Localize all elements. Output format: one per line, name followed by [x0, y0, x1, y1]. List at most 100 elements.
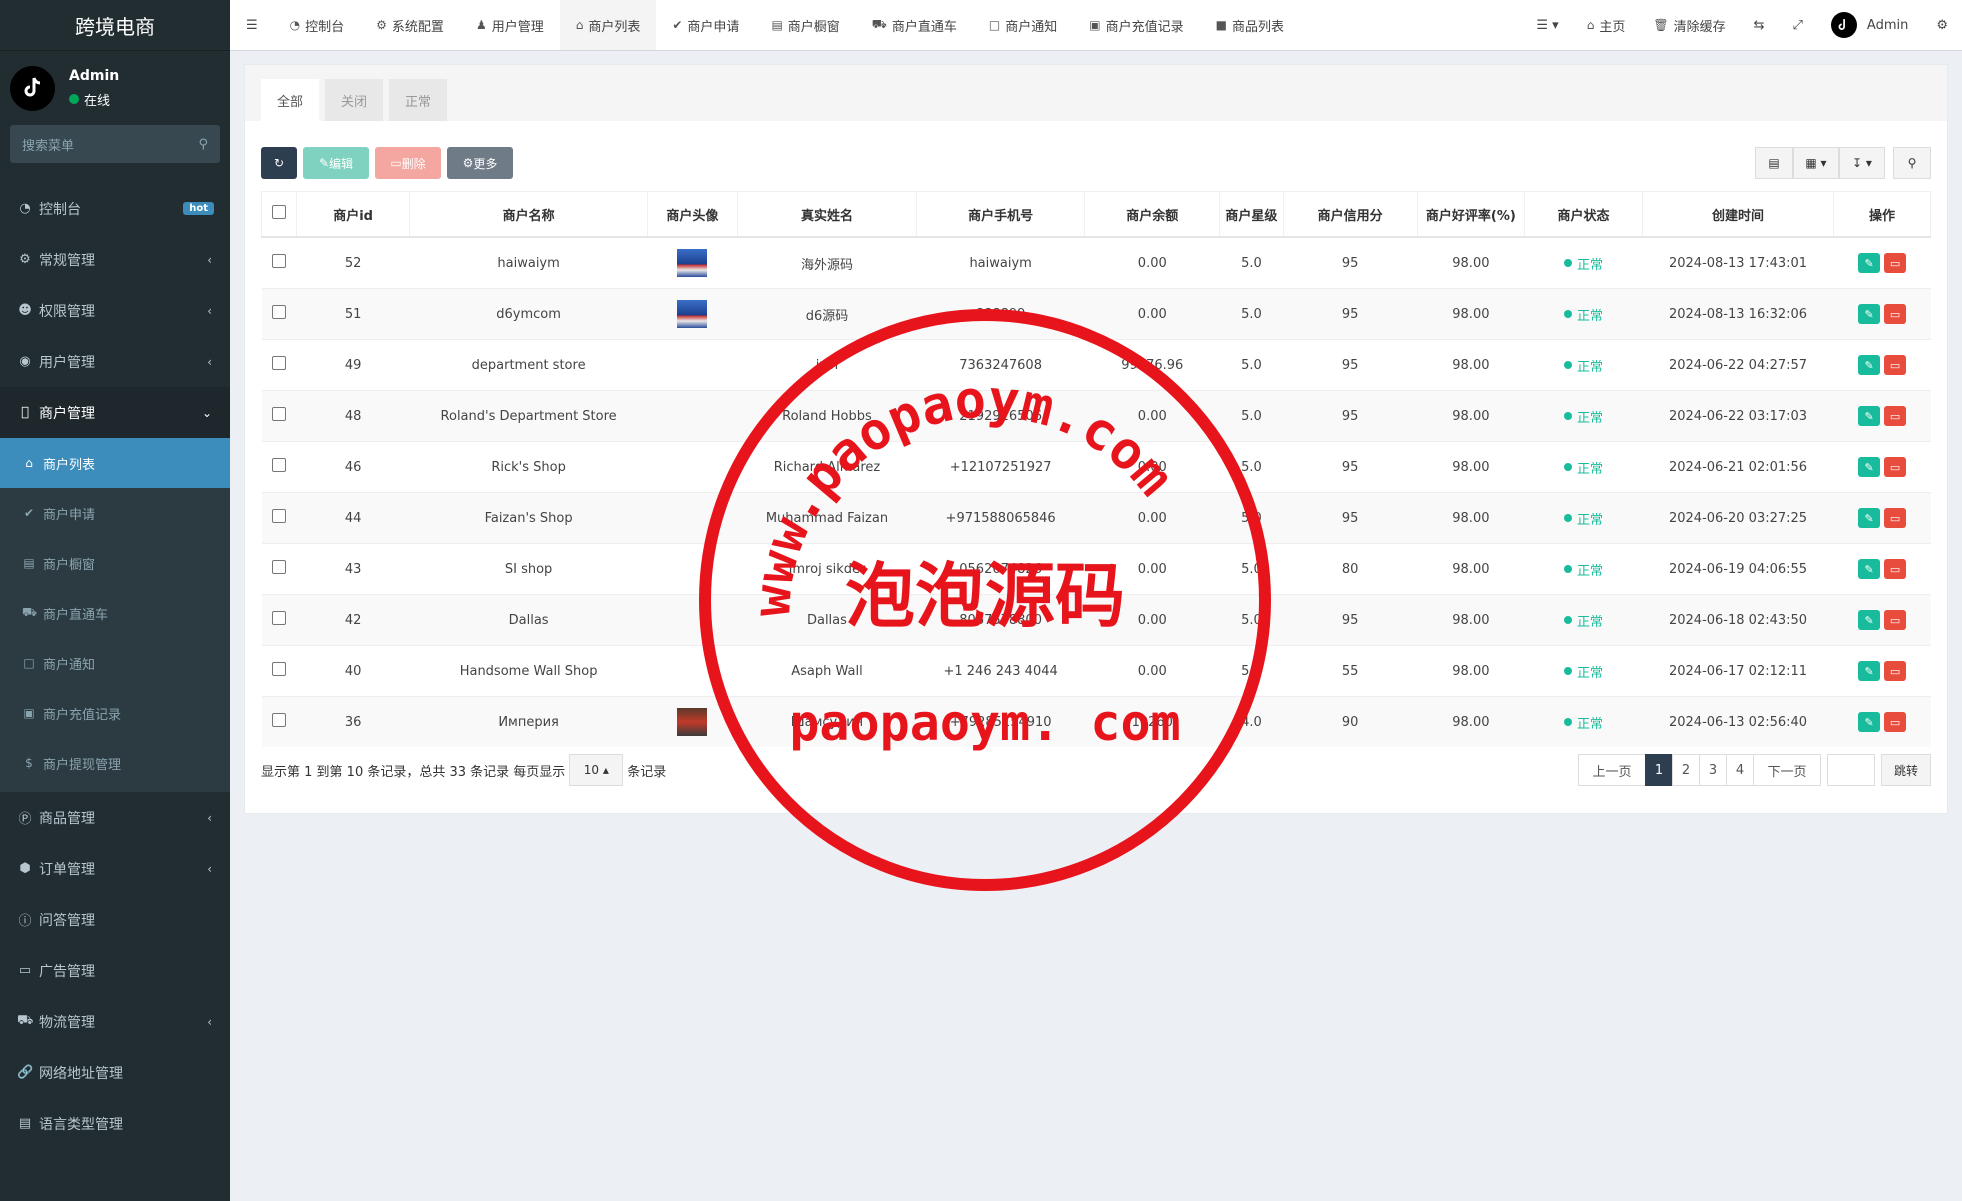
sidebar-item-merchant[interactable]:  商户管理 ⌄ — [0, 387, 230, 438]
status-badge[interactable]: 正常 — [1563, 356, 1603, 375]
column-header[interactable]: 商户手机号 — [916, 191, 1086, 238]
sidebar-item-merchant-recharge[interactable]: ▣ 商户充值记录 — [0, 688, 230, 738]
row-checkbox-cell[interactable] — [261, 543, 297, 595]
merchant-avatar[interactable] — [677, 708, 708, 736]
tab-user-management[interactable]: ♟ 用户管理 — [460, 0, 560, 50]
sidebar-item-merchant-list[interactable]: ⌂ 商户列表 — [0, 438, 230, 488]
page-button[interactable]: 3 — [1699, 754, 1727, 786]
sidebar-item-qa[interactable]: ⓘ 问答管理 — [0, 894, 230, 945]
sidebar-item-users[interactable]: ◉ 用户管理 ‹ — [0, 336, 230, 387]
row-delete-button[interactable]: ▭ — [1884, 661, 1907, 681]
sidebar-item-products[interactable]: Ⓟ 商品管理 ‹ — [0, 792, 230, 843]
status-badge[interactable]: 正常 — [1563, 509, 1603, 528]
edit-button[interactable]: ✎ 编辑 — [303, 147, 369, 179]
sidebar-item-merchant-express[interactable]: ⛟ 商户直通车 — [0, 588, 230, 638]
row-checkbox[interactable] — [271, 662, 286, 676]
status-badge[interactable]: 正常 — [1563, 560, 1603, 579]
tab-merchant-notice[interactable]: □ 商户通知 — [973, 0, 1073, 50]
row-checkbox[interactable] — [271, 560, 286, 574]
row-checkbox[interactable] — [271, 713, 286, 727]
admin-menu[interactable]: Admin — [1817, 0, 1922, 50]
column-header[interactable]: 商户信用分 — [1282, 191, 1418, 238]
row-delete-button[interactable]: ▭ — [1884, 406, 1907, 426]
row-checkbox-cell[interactable] — [261, 492, 297, 544]
row-edit-button[interactable]: ✎ — [1858, 304, 1881, 324]
sidebar-item-auth[interactable]: ☻ 权限管理 ‹ — [0, 285, 230, 336]
tab-merchant-express[interactable]: ⛟ 商户直通车 — [856, 0, 973, 50]
row-delete-button[interactable]: ▭ — [1884, 508, 1907, 528]
row-checkbox-cell[interactable] — [261, 594, 297, 646]
row-delete-button[interactable]: ▭ — [1884, 253, 1907, 273]
home-link[interactable]: ⌂ 主页 — [1573, 0, 1640, 50]
row-edit-button[interactable]: ✎ — [1858, 661, 1881, 681]
row-edit-button[interactable]: ✎ — [1858, 355, 1881, 375]
toggle-view-button[interactable]: ▤ — [1755, 147, 1793, 179]
sidebar-search-input[interactable]: 搜索菜单 ⚲ — [10, 125, 220, 163]
column-header[interactable]: 商户名称 — [409, 191, 648, 238]
row-edit-button[interactable]: ✎ — [1858, 712, 1881, 732]
row-checkbox[interactable] — [271, 458, 286, 472]
sidebar-item-network[interactable]: 🔗 网络地址管理 — [0, 1047, 230, 1098]
column-header[interactable]: 商户id — [295, 191, 411, 238]
row-edit-button[interactable]: ✎ — [1858, 610, 1881, 630]
refresh-button[interactable]: ↻ — [261, 147, 297, 179]
column-header[interactable]: 商户状态 — [1524, 191, 1643, 238]
sidebar-item-dashboard[interactable]: ◔ 控制台 hot — [0, 183, 230, 234]
row-delete-button[interactable]: ▭ — [1884, 559, 1907, 579]
tab-merchant-recharge[interactable]: ▣ 商户充值记录 — [1073, 0, 1199, 50]
status-badge[interactable]: 正常 — [1563, 662, 1603, 681]
page-button[interactable]: 4 — [1726, 754, 1754, 786]
row-checkbox-cell[interactable] — [261, 390, 297, 442]
merchant-avatar[interactable] — [677, 300, 708, 328]
sidebar-item-language[interactable]: ▤ 语言类型管理 — [0, 1098, 230, 1149]
row-checkbox[interactable] — [271, 407, 286, 421]
status-badge[interactable]: 正常 — [1563, 458, 1603, 477]
sidebar-toggle-button[interactable]: ☰ — [230, 0, 274, 50]
row-edit-button[interactable]: ✎ — [1858, 253, 1881, 273]
select-all-checkbox[interactable] — [261, 191, 297, 238]
tab-merchant-list[interactable]: ⌂ 商户列表 — [559, 0, 657, 50]
prev-page-button[interactable]: 上一页 — [1578, 754, 1646, 786]
clear-cache-button[interactable]: 🗑 清除缓存 — [1639, 0, 1739, 50]
sidebar-item-orders[interactable]: ⬢ 订单管理 ‹ — [0, 843, 230, 894]
row-delete-button[interactable]: ▭ — [1884, 712, 1907, 732]
page-size-select[interactable]: 10 ▴ — [569, 754, 624, 786]
row-checkbox[interactable] — [271, 611, 286, 625]
sidebar-item-merchant-apply[interactable]: ✔ 商户申请 — [0, 488, 230, 538]
row-checkbox[interactable] — [271, 509, 286, 523]
row-delete-button[interactable]: ▭ — [1884, 610, 1907, 630]
tab-list-dropdown[interactable]: ☰ ▾ — [1522, 0, 1572, 50]
row-edit-button[interactable]: ✎ — [1858, 457, 1881, 477]
search-icon[interactable]: ⚲ — [198, 137, 208, 152]
export-button[interactable]: ↧ ▾ — [1839, 147, 1885, 179]
page-button[interactable]: 1 — [1645, 754, 1673, 786]
row-delete-button[interactable]: ▭ — [1884, 355, 1907, 375]
sidebar-item-merchant-withdraw[interactable]: $ 商户提现管理 — [0, 738, 230, 788]
brand-logo[interactable]: 跨境电商 — [0, 0, 230, 51]
status-badge[interactable]: 正常 — [1563, 305, 1603, 324]
status-badge[interactable]: 正常 — [1563, 254, 1603, 273]
sidebar-item-logistics[interactable]: ⛟ 物流管理 ‹ — [0, 996, 230, 1047]
row-checkbox[interactable] — [271, 305, 286, 319]
row-checkbox-cell[interactable] — [261, 236, 297, 289]
tab-merchant-apply[interactable]: ✔ 商户申请 — [656, 0, 755, 50]
tab-normal[interactable]: 正常 — [389, 79, 448, 121]
row-delete-button[interactable]: ▭ — [1884, 457, 1907, 477]
sidebar-item-merchant-showcase[interactable]: ▤ 商户橱窗 — [0, 538, 230, 588]
tab-system-config[interactable]: ⚙ 系统配置 — [360, 0, 460, 50]
sidebar-item-merchant-notice[interactable]: □ 商户通知 — [0, 638, 230, 688]
delete-button[interactable]: ▭ 删除 — [375, 147, 441, 179]
more-button[interactable]: ⚙ 更多 — [447, 147, 513, 179]
row-checkbox[interactable] — [271, 254, 286, 268]
sidebar-item-general[interactable]: ⚙ 常规管理 ‹ — [0, 234, 230, 285]
column-header[interactable]: 商户星级 — [1219, 191, 1284, 238]
checkbox[interactable] — [271, 205, 286, 219]
fullscreen-button[interactable]: ⤢ — [1779, 0, 1817, 50]
status-badge[interactable]: 正常 — [1563, 611, 1603, 630]
column-header[interactable]: 创建时间 — [1641, 191, 1835, 238]
merchant-avatar[interactable] — [677, 249, 708, 277]
tab-all[interactable]: 全部 — [261, 79, 320, 121]
translate-button[interactable]: ⇆ — [1740, 0, 1779, 50]
status-badge[interactable]: 正常 — [1563, 407, 1603, 426]
jump-button[interactable]: 跳转 — [1881, 754, 1931, 786]
